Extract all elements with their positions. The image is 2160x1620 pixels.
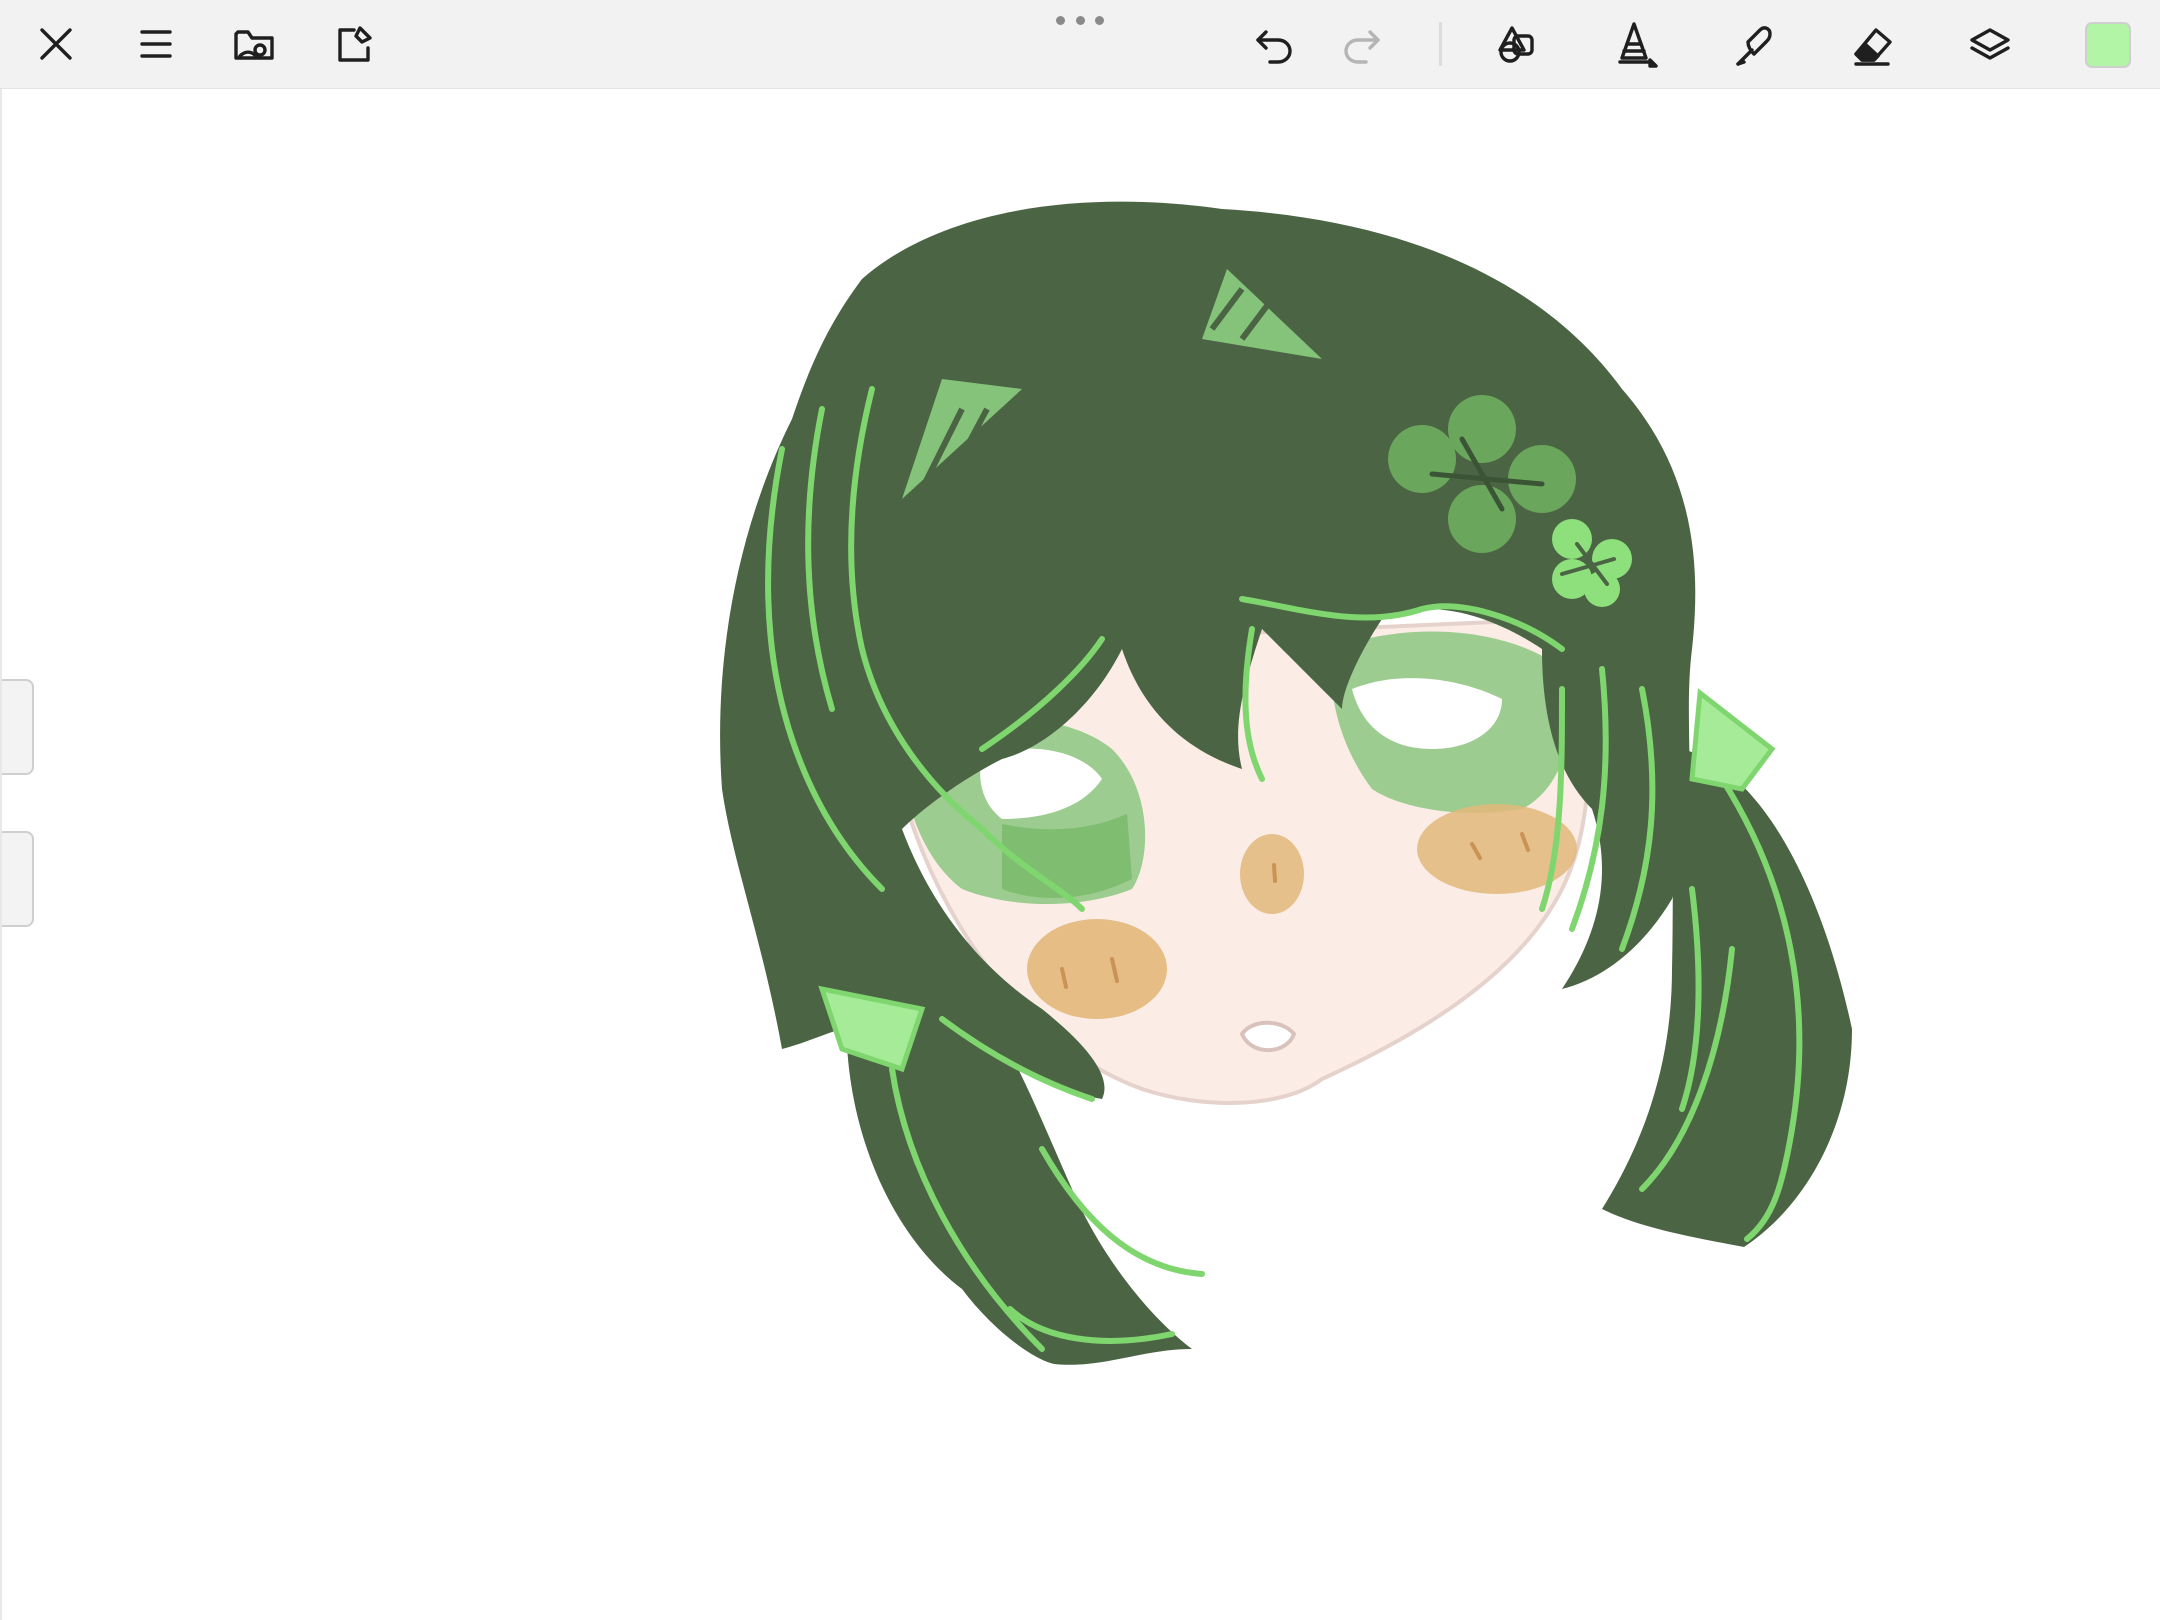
redo-button[interactable] — [1332, 14, 1392, 74]
share-icon — [338, 26, 372, 62]
drawing-canvas[interactable] — [0, 89, 2160, 1620]
undo-icon — [1256, 30, 1292, 64]
shapes-button[interactable] — [1486, 14, 1546, 74]
gallery-button[interactable] — [224, 14, 284, 74]
gallery-folder-icon — [234, 30, 274, 60]
shapes-icon — [1498, 26, 1534, 63]
artwork — [720, 201, 1852, 1365]
pen-tool-button[interactable] — [1604, 14, 1664, 74]
pen-tool-icon — [1618, 22, 1658, 68]
share-button[interactable] — [324, 14, 384, 74]
menu-button[interactable] — [126, 14, 186, 74]
layers-icon — [1970, 28, 2010, 60]
close-button[interactable] — [26, 14, 86, 74]
eraser-icon — [1854, 28, 1892, 66]
layers-button[interactable] — [1960, 14, 2020, 74]
top-toolbar — [0, 0, 2160, 89]
undo-button[interactable] — [1244, 14, 1304, 74]
lasso-icon — [1736, 26, 1772, 66]
toolbar-drag-handle[interactable] — [1056, 12, 1104, 28]
menu-icon — [140, 30, 172, 58]
redo-icon — [1344, 30, 1380, 64]
close-icon — [40, 28, 72, 60]
color-swatch[interactable] — [2085, 22, 2131, 68]
lasso-button[interactable] — [1724, 14, 1784, 74]
toolbar-separator — [1439, 22, 1442, 66]
eraser-button[interactable] — [1842, 14, 1902, 74]
